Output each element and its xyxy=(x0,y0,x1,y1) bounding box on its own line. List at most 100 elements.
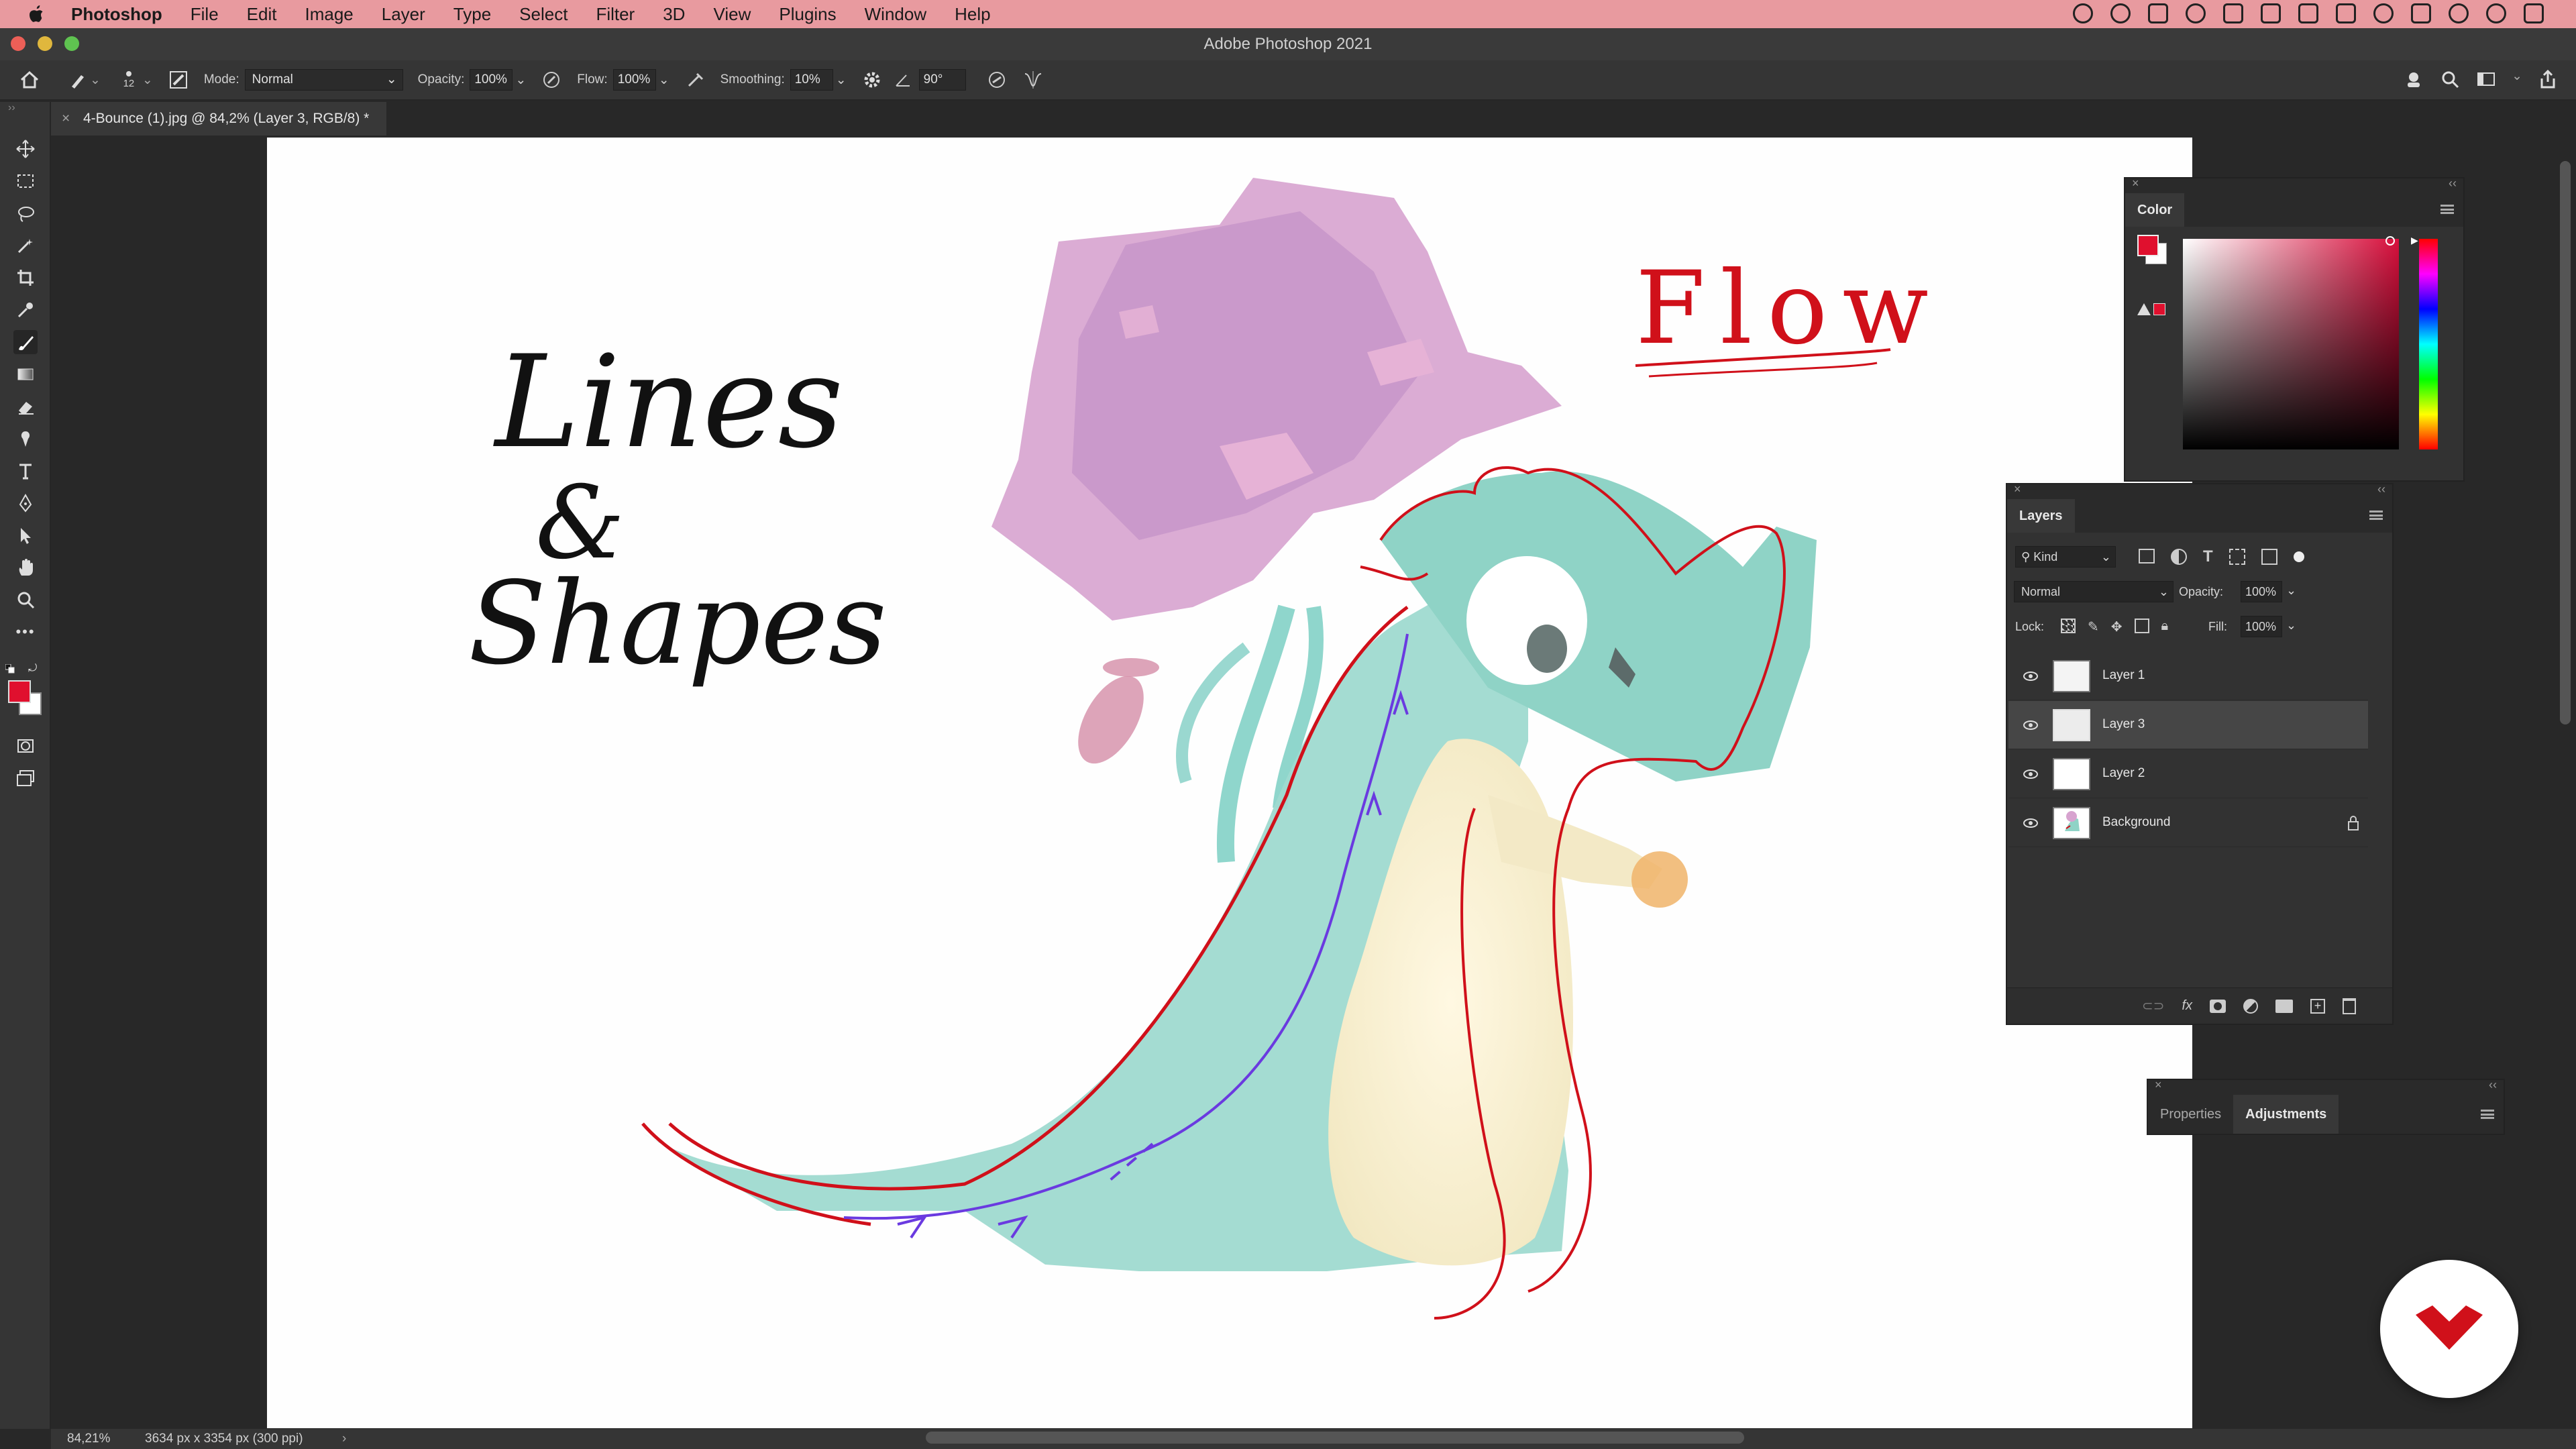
eye-icon[interactable] xyxy=(2023,767,2038,781)
crop-tool-icon[interactable] xyxy=(13,266,38,290)
fill-input[interactable]: 100% xyxy=(2241,616,2282,637)
quick-mask-icon[interactable] xyxy=(13,734,38,758)
smudge-tool-icon[interactable] xyxy=(13,427,38,451)
hue-slider[interactable] xyxy=(2419,239,2438,449)
lock-image-icon[interactable]: ✎ xyxy=(2088,619,2099,635)
close-panel-icon[interactable]: × xyxy=(2014,482,2021,496)
collapse-panel-icon[interactable]: ‹‹ xyxy=(2377,482,2385,496)
creative-cloud-icon[interactable] xyxy=(2073,3,2093,23)
workspace-icon[interactable] xyxy=(2475,68,2497,90)
close-panel-icon[interactable]: × xyxy=(2132,176,2139,191)
angle-input[interactable]: 90° xyxy=(918,69,966,91)
apple-menu-icon[interactable] xyxy=(24,3,47,25)
panel-menu-icon[interactable] xyxy=(2440,205,2454,214)
adjustment-layer-icon[interactable] xyxy=(2243,998,2258,1014)
path-selection-icon[interactable] xyxy=(13,523,38,547)
menu-filter[interactable]: Filter xyxy=(596,4,635,25)
tab-adjustments[interactable]: Adjustments xyxy=(2233,1095,2339,1134)
shortcut-icon[interactable] xyxy=(2261,3,2281,23)
pressure-opacity-icon[interactable] xyxy=(541,69,562,91)
chevron-down-icon[interactable]: ⌄ xyxy=(515,72,526,88)
search-icon[interactable] xyxy=(2439,68,2461,90)
zoom-window-button[interactable] xyxy=(64,36,79,51)
lock-transparent-icon[interactable] xyxy=(2061,619,2076,633)
notification-icon[interactable] xyxy=(2524,3,2544,23)
menu-view[interactable]: View xyxy=(713,4,751,25)
new-layer-icon[interactable]: + xyxy=(2310,998,2325,1014)
eye-icon[interactable] xyxy=(2023,669,2038,683)
airbrush-icon[interactable] xyxy=(684,69,706,91)
saturation-brightness-field[interactable] xyxy=(2183,236,2399,449)
smoothing-input[interactable]: 10% xyxy=(790,69,833,91)
default-colors-icon[interactable] xyxy=(5,663,15,674)
gradient-tool-icon[interactable] xyxy=(13,362,38,386)
foreground-color-swatch[interactable] xyxy=(8,680,31,703)
gamut-swatch[interactable] xyxy=(2153,303,2165,315)
panel-menu-icon[interactable] xyxy=(2481,1110,2494,1119)
menu-select[interactable]: Select xyxy=(519,4,568,25)
eye-icon[interactable] xyxy=(2023,816,2038,830)
swap-colors-icon[interactable]: ⤾ xyxy=(28,663,37,675)
gear-icon[interactable] xyxy=(861,69,883,91)
home-icon[interactable] xyxy=(19,69,40,91)
document-tab[interactable]: × 4-Bounce (1).jpg @ 84,2% (Layer 3, RGB… xyxy=(51,102,387,136)
menu-file[interactable]: File xyxy=(191,4,219,25)
zoom-tool-icon[interactable] xyxy=(13,588,38,612)
lock-artboard-icon[interactable] xyxy=(2134,619,2149,633)
filter-adjustment-icon[interactable] xyxy=(2171,549,2187,565)
symmetry-icon[interactable] xyxy=(1022,69,1044,91)
mode-select[interactable]: Normal ⌄ xyxy=(244,69,403,91)
chevron-down-icon[interactable]: ⌄ xyxy=(2286,619,2296,633)
brush-settings-icon[interactable] xyxy=(168,69,189,91)
chevron-down-icon[interactable]: ⌄ xyxy=(659,72,669,88)
volume-icon[interactable] xyxy=(2336,3,2356,23)
pen-tool-icon[interactable] xyxy=(13,491,38,515)
opacity-input[interactable]: 100% xyxy=(470,69,513,91)
brush-preset-icon[interactable] xyxy=(67,69,89,91)
more-tools-icon[interactable]: ••• xyxy=(13,620,38,644)
lock-icon[interactable] xyxy=(2347,815,2360,831)
document-canvas[interactable]: Lines & Shapes Flow xyxy=(267,138,2192,1428)
new-group-icon[interactable] xyxy=(2275,999,2293,1013)
collapse-panel-icon[interactable]: ‹‹ xyxy=(2489,1078,2497,1092)
layer-filter-select[interactable]: ⚲ Kind ⌄ xyxy=(2015,546,2116,568)
brush-tool-icon[interactable] xyxy=(13,330,38,354)
layer-row-layer-2[interactable]: Layer 2 xyxy=(2008,750,2368,798)
eye-icon[interactable] xyxy=(2023,718,2038,732)
app-tray-icon[interactable] xyxy=(2223,3,2243,23)
vertical-scrollbar[interactable] xyxy=(2560,161,2571,724)
panel-menu-icon[interactable] xyxy=(2369,511,2383,520)
move-tool-icon[interactable] xyxy=(13,137,38,161)
menu-photoshop[interactable]: Photoshop xyxy=(71,4,162,25)
brush-size-picker[interactable]: 12 xyxy=(115,70,142,89)
blend-mode-select[interactable]: Normal ⌄ xyxy=(2014,581,2174,602)
close-tab-icon[interactable]: × xyxy=(62,102,70,136)
chevron-down-icon[interactable]: ⌄ xyxy=(2286,584,2296,598)
spotlight-icon[interactable] xyxy=(2449,3,2469,23)
control-center-icon[interactable] xyxy=(2411,3,2431,23)
menu-type[interactable]: Type xyxy=(453,4,491,25)
foreground-swatch[interactable] xyxy=(2137,235,2159,256)
hue-marker-icon[interactable]: ▶ xyxy=(2411,235,2418,246)
menu-3d[interactable]: 3D xyxy=(663,4,685,25)
chevron-down-icon[interactable]: ⌄ xyxy=(2512,68,2522,90)
sync-icon[interactable] xyxy=(2110,3,2131,23)
eyedropper-icon[interactable] xyxy=(13,298,38,322)
filter-toggle-icon[interactable] xyxy=(2293,551,2304,562)
layer-row-layer-1[interactable]: Layer 1 xyxy=(2008,652,2368,700)
siri-icon[interactable] xyxy=(2486,3,2506,23)
lock-position-icon[interactable]: ✥ xyxy=(2111,619,2123,635)
airplay-icon[interactable] xyxy=(2298,3,2318,23)
filter-type-icon[interactable]: T xyxy=(2203,549,2213,565)
filter-shape-icon[interactable] xyxy=(2229,549,2245,565)
collapse-toolbar-icon[interactable]: ›› xyxy=(8,102,15,114)
filter-pixel-icon[interactable] xyxy=(2139,549,2155,564)
menu-window[interactable]: Window xyxy=(865,4,926,25)
link-layers-icon[interactable]: ⊂⊃ xyxy=(2142,998,2165,1014)
screen-record-icon[interactable] xyxy=(2148,3,2168,23)
layers-tab[interactable]: Layers xyxy=(2007,499,2075,533)
menu-edit[interactable]: Edit xyxy=(247,4,277,25)
flow-input[interactable]: 100% xyxy=(612,69,656,91)
chevron-down-icon[interactable]: ⌄ xyxy=(142,72,153,88)
screen-mode-icon[interactable] xyxy=(13,766,38,790)
